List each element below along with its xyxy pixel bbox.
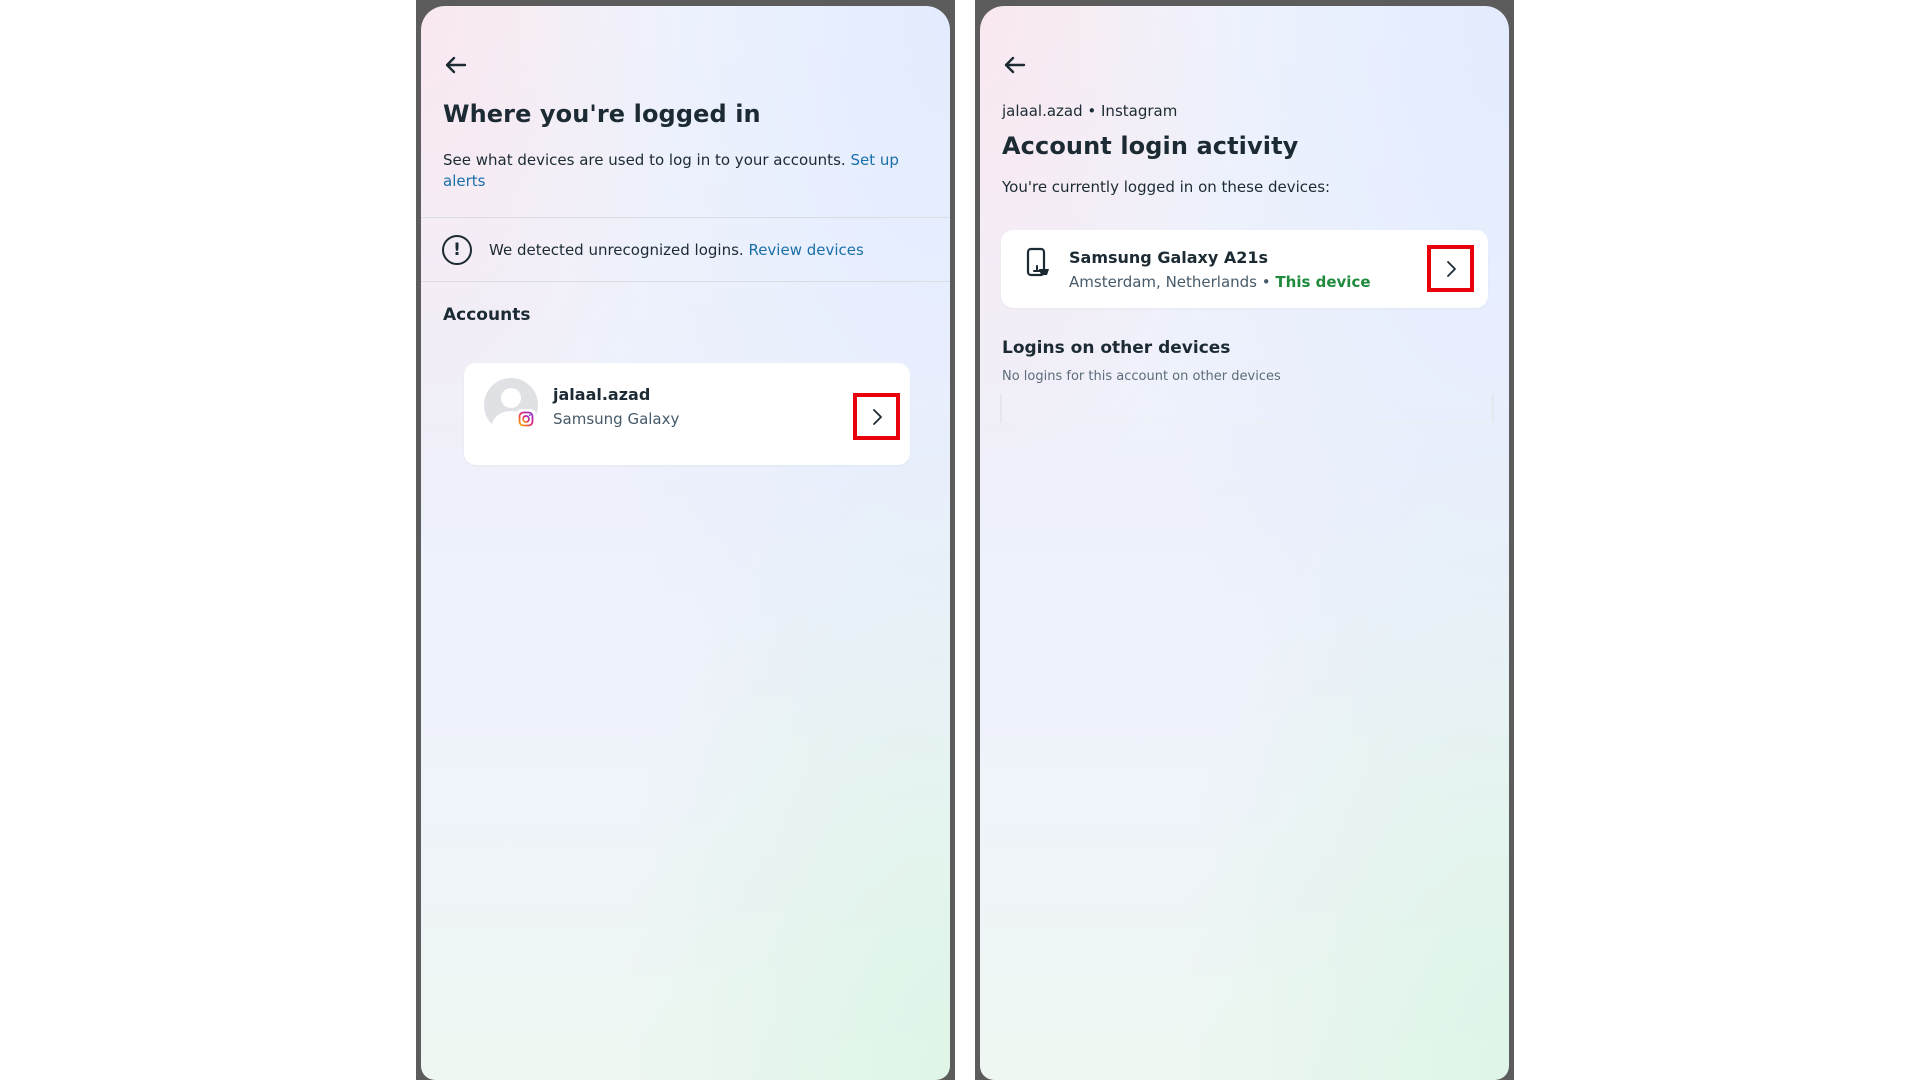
empty-list-placeholder (1000, 394, 1494, 423)
current-device-card[interactable]: Samsung Galaxy A21s Amsterdam, Netherlan… (1001, 230, 1488, 308)
this-device-badge: This device (1275, 273, 1371, 291)
account-device: Samsung Galaxy (553, 410, 680, 428)
page-description: See what devices are used to log in to y… (443, 150, 913, 192)
instagram-icon (516, 409, 536, 429)
chevron-right-icon (1446, 260, 1456, 277)
account-card[interactable]: jalaal.azad Samsung Galaxy (464, 363, 910, 465)
back-arrow-icon (445, 56, 467, 74)
exclamation-circle-icon: ! (442, 234, 472, 265)
other-devices-empty-message: No logins for this account on other devi… (1002, 369, 1281, 384)
alert-message: We detected unrecognized logins. Review … (489, 241, 864, 259)
account-breadcrumb: jalaal.azad • Instagram (1002, 102, 1178, 120)
account-chevron-button[interactable] (853, 393, 900, 440)
divider-bottom (421, 281, 950, 282)
phone-frame-left: Where you're logged in See what devices … (416, 0, 955, 1080)
alert-text: We detected unrecognized logins. (489, 240, 744, 259)
account-username: jalaal.azad (553, 385, 651, 404)
accounts-section-label: Accounts (443, 305, 531, 325)
device-chevron-button[interactable] (1427, 245, 1474, 292)
page-title: Where you're logged in (443, 100, 761, 128)
device-meta: Amsterdam, Netherlands • This device (1069, 273, 1371, 291)
mobile-phone-icon (1026, 247, 1049, 277)
back-button[interactable] (439, 48, 473, 82)
device-location: Amsterdam, Netherlands • (1069, 273, 1271, 291)
chevron-right-icon (872, 408, 882, 425)
back-arrow-icon (1004, 56, 1026, 74)
unrecognized-logins-banner: ! We detected unrecognized logins. Revie… (421, 218, 950, 281)
device-name: Samsung Galaxy A21s (1069, 248, 1269, 267)
back-button[interactable] (998, 48, 1032, 82)
screen-account-login-activity: jalaal.azad • Instagram Account login ac… (980, 6, 1509, 1080)
review-devices-link[interactable]: Review devices (748, 241, 863, 259)
page-subtitle: You're currently logged in on these devi… (1002, 178, 1331, 196)
phone-frame-right: jalaal.azad • Instagram Account login ac… (975, 0, 1514, 1080)
page-title: Account login activity (1002, 132, 1299, 160)
description-text: See what devices are used to log in to y… (443, 151, 846, 169)
screen-where-logged-in: Where you're logged in See what devices … (421, 6, 950, 1080)
other-devices-label: Logins on other devices (1002, 338, 1231, 358)
